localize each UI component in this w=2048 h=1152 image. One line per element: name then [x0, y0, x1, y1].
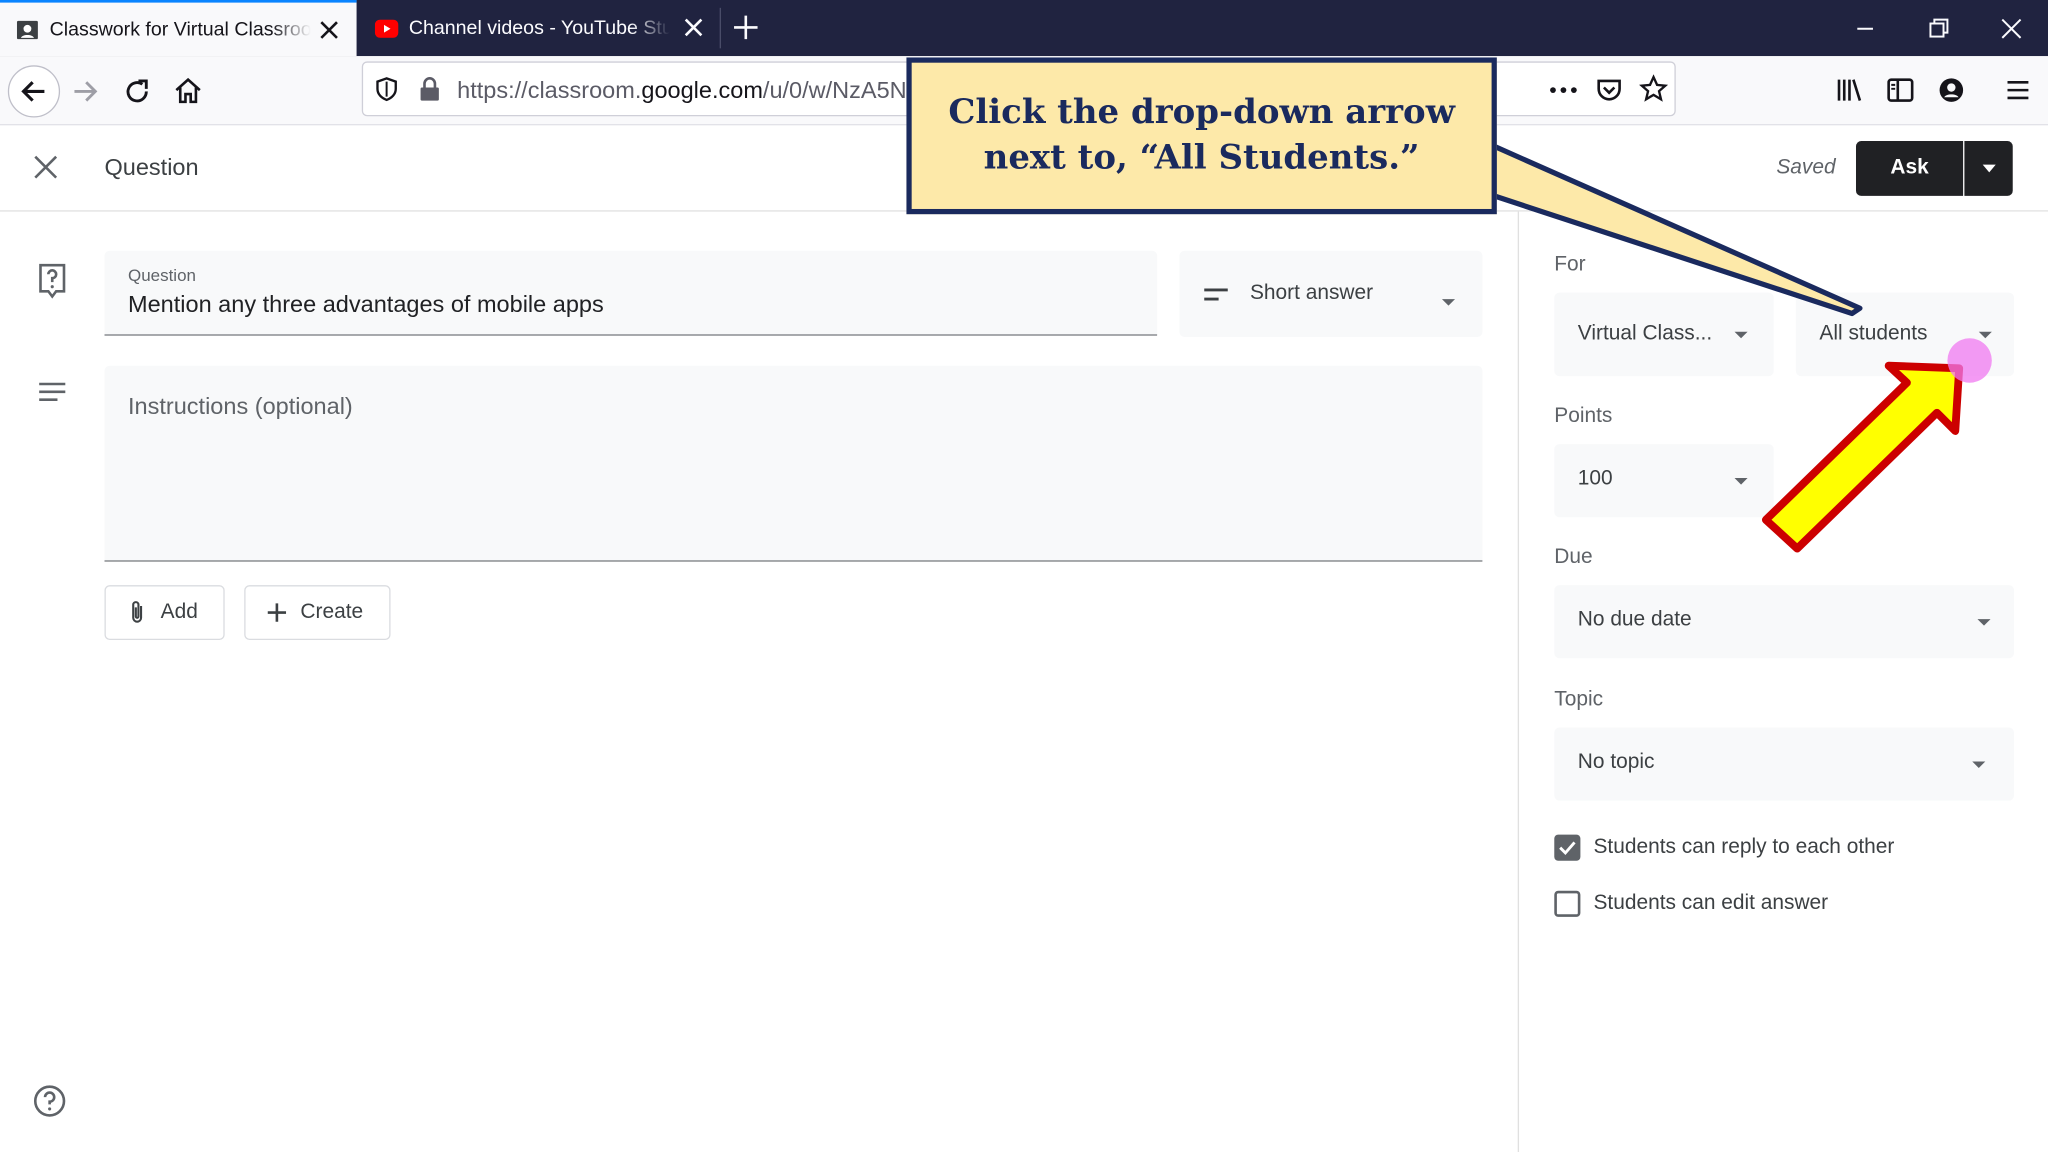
browser-nav-bar: https://classroom.google.com/u/0/w/NzA5N… — [0, 56, 2048, 126]
bookmark-star-icon[interactable] — [1638, 74, 1669, 109]
question-text[interactable]: Mention any three advantages of mobile a… — [128, 291, 604, 318]
topic-label: Topic — [1554, 688, 1604, 711]
instructions-placeholder: Instructions (optional) — [127, 393, 353, 420]
tab-title: Channel videos - YouTube Studio — [408, 16, 671, 40]
back-arrow-icon[interactable] — [7, 65, 61, 118]
dropdown-arrow-icon — [1441, 290, 1457, 314]
class-value: Virtual Class... — [1577, 322, 1713, 345]
add-attachment-button[interactable]: Add — [104, 585, 225, 640]
question-input[interactable]: Question Mention any three advantages of… — [104, 250, 1158, 336]
students-value: All students — [1819, 322, 1928, 345]
question-field-label: Question — [127, 265, 196, 285]
reply-checkbox-label[interactable]: Students can reply to each other — [1593, 836, 1894, 860]
menu-hamburger-icon[interactable] — [2004, 76, 2033, 111]
answer-type-value: Short answer — [1249, 282, 1374, 305]
dropdown-arrow-icon — [1734, 478, 1748, 485]
tab-title: Classwork for Virtual Classroom — [49, 18, 311, 41]
forward-arrow-icon[interactable] — [61, 68, 108, 115]
close-window-icon[interactable] — [1996, 13, 2027, 44]
dropdown-arrow-icon — [1977, 619, 1991, 626]
pocket-icon[interactable] — [1595, 76, 1624, 111]
url-bar[interactable]: https://classroom.google.com/u/0/w/NzA5N… — [361, 61, 1676, 117]
due-label: Due — [1554, 545, 1593, 569]
reply-checkbox[interactable] — [1554, 834, 1581, 861]
question-icon — [37, 263, 68, 306]
instructions-input[interactable]: Instructions (optional) — [104, 365, 1483, 562]
url-text[interactable]: https://classroom.google.com/u/0/w/NzA5N… — [457, 77, 923, 104]
saved-status: Saved — [1776, 156, 1836, 179]
caret-down-icon — [1981, 157, 1997, 181]
ask-options-button[interactable] — [1964, 141, 2013, 196]
more-actions-icon[interactable] — [1549, 80, 1578, 107]
sidebar-toggle-icon[interactable] — [1886, 76, 1915, 111]
home-icon[interactable] — [165, 68, 212, 115]
classroom-favicon-icon — [16, 18, 40, 42]
due-date-select[interactable]: No due date — [1554, 585, 2015, 659]
points-label: Points — [1554, 404, 1613, 428]
create-button-label: Create — [300, 600, 364, 624]
tab-classwork[interactable]: Classwork for Virtual Classroom — [0, 0, 357, 57]
help-icon[interactable] — [33, 1084, 67, 1124]
dropdown-arrow-icon — [1734, 331, 1748, 339]
students-select[interactable]: All students — [1795, 292, 2015, 377]
topic-value: No topic — [1577, 751, 1655, 774]
points-value: 100 — [1577, 467, 1613, 490]
create-button[interactable]: Create — [244, 585, 391, 640]
close-tab-icon[interactable] — [682, 16, 706, 40]
paperclip-icon — [124, 600, 150, 626]
youtube-favicon-icon — [374, 16, 399, 40]
new-tab-plus-icon[interactable] — [731, 13, 760, 42]
settings-panel: For Virtual Class... All students Points… — [1517, 211, 2048, 1152]
plus-icon — [264, 600, 290, 626]
for-label: For — [1554, 253, 1586, 276]
account-icon[interactable] — [1937, 76, 1966, 111]
close-icon[interactable] — [31, 153, 60, 188]
short-answer-icon — [1203, 286, 1229, 310]
question-editor-header: Question Saved Ask — [0, 125, 2048, 212]
topic-select[interactable]: No topic — [1554, 727, 2015, 801]
points-select[interactable]: 100 — [1554, 444, 1774, 518]
answer-type-select[interactable]: Short answer — [1179, 250, 1483, 337]
students-dropdown-arrow-icon[interactable] — [1978, 331, 1992, 339]
browser-tab-strip: Classwork for Virtual Classroom Channel … — [0, 0, 2048, 57]
add-button-label: Add — [160, 600, 198, 624]
tab-divider — [719, 7, 721, 49]
shield-icon[interactable] — [374, 76, 400, 109]
page-title: Question — [104, 154, 199, 181]
due-value: No due date — [1577, 608, 1692, 631]
tab-youtube-studio[interactable]: Channel videos - YouTube Studio — [359, 0, 721, 56]
close-tab-icon[interactable] — [317, 18, 341, 42]
minimize-window-icon[interactable] — [1849, 13, 1880, 44]
edit-answer-checkbox[interactable] — [1554, 890, 1581, 917]
restore-window-icon[interactable] — [1923, 13, 1954, 44]
library-icon[interactable] — [1835, 76, 1864, 111]
reload-icon[interactable] — [114, 68, 161, 115]
edit-answer-checkbox-label[interactable]: Students can edit answer — [1593, 892, 1828, 916]
ask-button[interactable]: Ask — [1855, 141, 1964, 196]
lock-icon[interactable] — [418, 76, 442, 109]
description-lines-icon — [38, 381, 67, 411]
class-select[interactable]: Virtual Class... — [1554, 292, 1774, 377]
dropdown-arrow-icon — [1972, 761, 1986, 768]
